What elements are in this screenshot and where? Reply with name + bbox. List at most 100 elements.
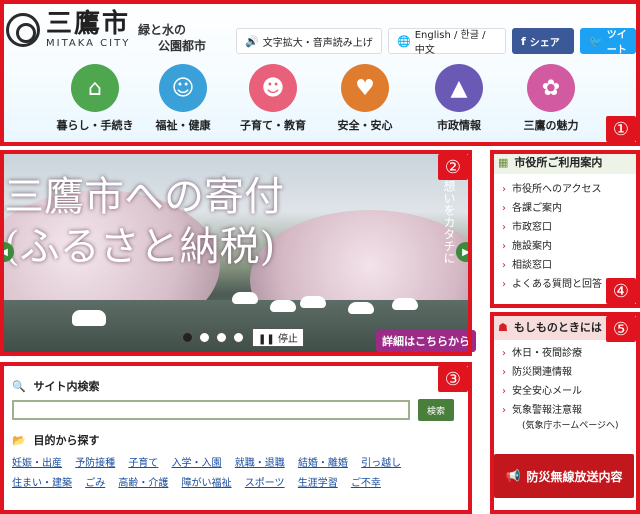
purpose-link[interactable]: 予防接種 <box>75 458 115 469</box>
city-emblem-icon <box>6 12 40 47</box>
slide-dot[interactable] <box>233 332 244 343</box>
slide-dot[interactable] <box>182 332 193 343</box>
tagline-line2: 公園都市 <box>158 39 207 53</box>
annotation-badge-5: ⑤ <box>606 316 636 342</box>
purpose-link[interactable]: スポーツ <box>245 478 285 489</box>
language-label: English / 한글 / 中文 <box>414 30 486 56</box>
accessibility-button[interactable]: 🔊 文字拡大・音声読み上げ <box>236 28 382 54</box>
nav-item-cityinfo[interactable]: ▲ 市政情報 <box>414 64 504 133</box>
globe-icon: 🌐 <box>397 34 411 48</box>
nav-label: 子育て・教育 <box>240 119 306 132</box>
purpose-link[interactable]: 障がい福祉 <box>182 478 232 489</box>
slider-next-arrow-icon[interactable]: ▶ <box>456 242 470 262</box>
twitter-tweet-button[interactable]: 🐦 ツイート <box>580 28 636 56</box>
nav-label: 安全・安心 <box>337 119 393 132</box>
language-button[interactable]: 🌐 English / 한글 / 中文 <box>388 28 506 56</box>
city-office-link[interactable]: 市政窓口 <box>502 218 638 237</box>
nav-item-attractions[interactable]: ✿ 三鷹の魅力 <box>506 64 596 133</box>
nav-label: 福祉・健康 <box>155 119 211 132</box>
city-office-link[interactable]: 各課ご案内 <box>502 199 638 218</box>
search-icon: 🔍 <box>12 380 26 393</box>
city-office-link[interactable]: 市役所へのアクセス <box>502 180 638 199</box>
main-nav: ⌂ 暮らし・手続き ☺ 福祉・健康 ☻ 子育て・教育 ♥ 安全・安心 ▲ 市政情… <box>0 64 640 134</box>
facebook-share-button[interactable]: f シェア <box>512 28 574 54</box>
city-office-link[interactable]: 施設案内 <box>502 237 638 256</box>
slider-detail-link[interactable]: 詳細はこちらから <box>376 330 476 352</box>
swan-boat <box>392 298 418 310</box>
emergency-title: もしものときには <box>513 321 602 334</box>
annotation-badge-4: ④ <box>606 278 636 304</box>
baby-icon: ☻ <box>249 64 297 112</box>
nav-label: 市政情報 <box>437 119 481 132</box>
speaker-icon: 🔊 <box>245 34 259 48</box>
purpose-link[interactable]: 就職・退職 <box>235 458 285 469</box>
twitter-label: ツイート <box>606 30 627 56</box>
purpose-links: 妊娠・出産 予防接種 子育て 入学・入園 就職・退職 結婚・離婚 引っ越し 住ま… <box>12 454 462 494</box>
twitter-icon: 🐦 <box>589 34 603 48</box>
search-heading: 🔍 サイト内検索 <box>12 378 100 394</box>
building-icon: ▲ <box>435 64 483 112</box>
purpose-link[interactable]: ごみ <box>85 478 105 489</box>
megaphone-icon: 📢 <box>505 469 521 483</box>
swan-boat <box>348 302 374 314</box>
swan-boat <box>232 292 258 304</box>
slide-dot[interactable] <box>216 332 227 343</box>
site-header: 三鷹市 MITAKA CITY 緑と水の 公園都市 🔊 文字拡大・音声読み上げ … <box>0 0 640 146</box>
tagline-line1: 緑と水の <box>138 23 187 37</box>
nav-item-childcare[interactable]: ☻ 子育て・教育 <box>228 64 318 133</box>
emergency-link[interactable]: 気象警報注意報 <box>502 401 638 420</box>
annotation-badge-3: ③ <box>438 366 468 392</box>
search-title: サイト内検索 <box>33 380 100 393</box>
slide-title-line2: (ふるさと納税) <box>4 224 276 270</box>
site-logo[interactable]: 三鷹市 MITAKA CITY <box>6 10 130 49</box>
annotation-badge-2: ② <box>438 154 468 180</box>
logo-japanese: 三鷹市 <box>46 9 131 39</box>
accessibility-label: 文字拡大・音声読み上げ <box>262 37 373 49</box>
city-office-link[interactable]: 相談窓口 <box>502 256 638 275</box>
purpose-link[interactable]: 高齢・介護 <box>118 478 168 489</box>
purpose-link[interactable]: ご不幸 <box>351 478 381 489</box>
search-button[interactable]: 検索 <box>418 399 454 421</box>
heart-hands-icon: ♥ <box>341 64 389 112</box>
purpose-link[interactable]: 入学・入園 <box>172 458 222 469</box>
slide-dot[interactable] <box>199 332 210 343</box>
nav-item-welfare[interactable]: ☺ 福祉・健康 <box>138 64 228 133</box>
swan-boat <box>300 296 326 308</box>
person-icon: ☺ <box>159 64 207 112</box>
nav-item-safety[interactable]: ♥ 安全・安心 <box>320 64 410 133</box>
search-input[interactable] <box>12 400 410 420</box>
purpose-link[interactable]: 子育て <box>128 458 158 469</box>
emergency-link[interactable]: 安全安心メール <box>502 382 638 401</box>
building-icon: ▦ <box>498 155 509 169</box>
purpose-link[interactable]: 妊娠・出産 <box>12 458 62 469</box>
nav-label: 三鷹の魅力 <box>523 119 579 132</box>
house-icon: ⌂ <box>71 64 119 112</box>
disaster-broadcast-button[interactable]: 📢 防災無線放送内容 <box>494 454 634 498</box>
emergency-link[interactable]: 休日・夜間診療 <box>502 344 638 363</box>
purpose-link[interactable]: 引っ越し <box>361 458 401 469</box>
logo-english: MITAKA CITY <box>46 38 131 49</box>
purpose-link[interactable]: 結婚・離婚 <box>298 458 348 469</box>
emergency-link[interactable]: 防災関連情報 <box>502 363 638 382</box>
slider-pagination: ❚❚ 停止 <box>182 328 304 347</box>
nav-label: 暮らし・手続き <box>56 119 134 132</box>
search-panel: 🔍 サイト内検索 検索 📂 目的から探す 妊娠・出産 予防接種 子育て 入学・入… <box>0 364 470 514</box>
slider-stop-button[interactable]: ❚❚ 停止 <box>252 328 304 347</box>
purpose-link[interactable]: 住まい・建築 <box>12 478 72 489</box>
city-office-heading: ▦ 市役所ご利用案内 <box>490 150 638 174</box>
swan-boat <box>270 300 296 312</box>
disaster-broadcast-label: 防災無線放送内容 <box>526 469 623 484</box>
purpose-title: 目的から探す <box>33 434 100 447</box>
slide-vertical-text: 想いをカタチに <box>442 180 456 264</box>
slide-title: 三鷹市への寄付 (ふるさと納税) <box>4 172 284 272</box>
hero-slider[interactable]: 三鷹市への寄付 (ふるさと納税) 想いをカタチに ◀ ▶ <box>0 150 470 356</box>
stop-label: 停止 <box>277 334 298 345</box>
facebook-icon: f <box>521 34 526 48</box>
swan-boat <box>72 310 106 326</box>
folder-icon: 📂 <box>12 434 26 447</box>
tagline: 緑と水の 公園都市 <box>138 22 206 54</box>
emergency-link-note: (気象庁ホームページへ) <box>522 421 619 431</box>
flower-icon: ✿ <box>527 64 575 112</box>
purpose-link[interactable]: 生涯学習 <box>298 478 338 489</box>
nav-item-living[interactable]: ⌂ 暮らし・手続き <box>50 64 140 133</box>
